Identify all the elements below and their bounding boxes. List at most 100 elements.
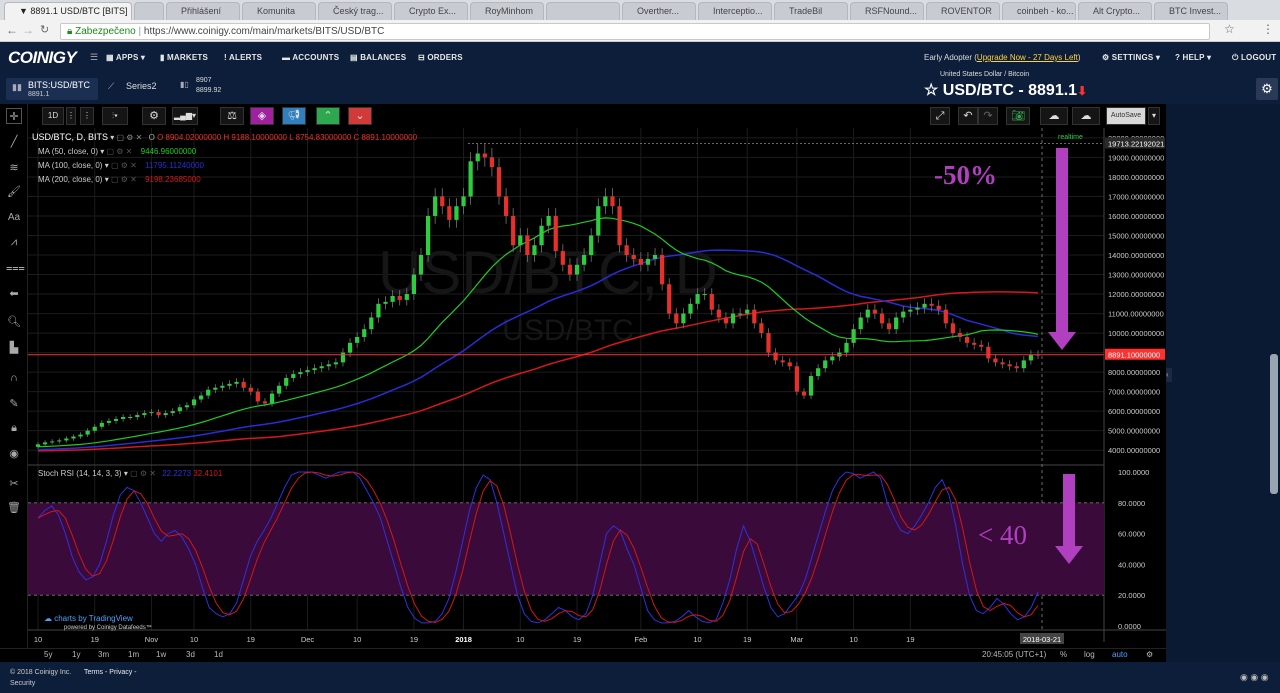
lock-icon[interactable]: 🔒︎ <box>6 420 22 436</box>
megaphone-icon[interactable]: 📢︎ <box>282 107 306 125</box>
nav-settings[interactable]: ⚙ SETTINGS ▾ <box>1102 53 1160 62</box>
nav-logout[interactable]: ⏻ LOGOUT <box>1232 53 1276 63</box>
coinigy-logo[interactable]: COINIGY <box>8 48 77 68</box>
redo-icon[interactable]: ↷ <box>978 107 998 125</box>
upgrade-link[interactable]: Upgrade Now - 27 Days Left <box>977 53 1078 62</box>
browser-tab[interactable] <box>546 2 620 20</box>
nav-alerts[interactable]: ! ALERTS <box>224 53 262 62</box>
nav-markets[interactable]: ▮ MARKETS <box>160 53 208 62</box>
chart-canvas[interactable]: USD/BTC, DUSD/BTC20000.0000000019000.000… <box>28 128 1166 650</box>
footer-social-icons[interactable]: ◉ ◉ ◉ <box>1240 672 1269 683</box>
fib-icon[interactable]: ≋ <box>6 160 22 176</box>
hamburger-icon[interactable]: ☰ <box>90 52 98 63</box>
drawing-tools: ✛ ╱ ≋ 🖌︎ Aa ⩘ ⩶ ⬅ 🔍︎ ▙ ∩ ✎ 🔒︎ ◉ ✂ 🗑︎ <box>0 104 28 664</box>
candle <box>213 387 218 390</box>
cube-icon[interactable]: ◈ <box>250 107 274 125</box>
range-5y[interactable]: 5y <box>44 650 52 659</box>
page-scrollbar[interactable] <box>1270 354 1278 494</box>
browser-tab[interactable]: Komunita <box>242 2 316 20</box>
browser-tab[interactable]: Alt Crypto... <box>1078 2 1152 20</box>
browser-tab[interactable]: BTC Invest... <box>1154 2 1228 20</box>
chart-area[interactable]: USD/BTC, DUSD/BTC20000.0000000019000.000… <box>28 128 1166 650</box>
compare-scale-icon[interactable]: ⚖ <box>220 107 244 125</box>
browser-tab[interactable]: TradeBil <box>774 2 848 20</box>
pencil-lock-icon[interactable]: ✎ <box>6 396 22 412</box>
ma200-legend[interactable]: MA (200, close, 0) ▾ ▢ ⚙ ✕ 9198.23685000 <box>38 175 201 184</box>
nav-help[interactable]: ? HELP ▾ <box>1175 53 1211 62</box>
clock-time[interactable]: 20:45:05 (UTC+1) <box>982 650 1046 659</box>
cloud-upload-icon[interactable]: ☁ <box>1072 107 1100 125</box>
panel-settings-gear-icon[interactable]: ⚙ <box>1256 78 1278 100</box>
crosshair-icon[interactable]: ✛ <box>6 108 22 124</box>
autosave-button[interactable]: AutoSave <box>1106 107 1146 125</box>
undo-icon[interactable]: ↶ <box>958 107 978 125</box>
range-1d[interactable]: 1d <box>214 650 223 659</box>
sell-arrow-icon[interactable]: ⌄ <box>348 107 372 125</box>
more-options-icon[interactable]: ⋮ <box>80 107 94 125</box>
indicators-icon[interactable]: ▂▄▆▾ <box>172 107 198 125</box>
nav-balances[interactable]: ▤ BALANCES <box>350 53 406 62</box>
browser-tab[interactable]: ▼ 8891.1 USD/BTC [BITS] <box>4 2 132 20</box>
stoch-legend[interactable]: Stoch RSI (14, 14, 3, 3) ▾ ▢ ⚙ ✕ 22.2273… <box>38 469 222 478</box>
prediction-icon[interactable]: ⩶ <box>6 260 25 276</box>
browser-tab[interactable]: Crypto Ex... <box>394 2 468 20</box>
range-3d[interactable]: 3d <box>186 650 195 659</box>
nav-accounts[interactable]: ▬ ACCOUNTS <box>282 53 339 62</box>
browser-tab[interactable]: Overther... <box>622 2 696 20</box>
bookmark-star-icon[interactable]: ☆ <box>1224 22 1235 36</box>
market-tab[interactable]: ▮▮ BITS:USD/BTC 8891.1 <box>6 78 98 100</box>
favorite-star-icon[interactable]: ☆ <box>924 82 938 99</box>
browser-tab[interactable]: RSFNound... <box>850 2 924 20</box>
zoom-icon[interactable]: 🔍︎ <box>6 314 22 330</box>
measure-icon[interactable]: ▙ <box>6 340 22 356</box>
series-label[interactable]: Series2 <box>126 81 157 91</box>
magnet-icon[interactable]: ∩ <box>6 370 22 386</box>
browser-tab[interactable]: coinbeh - ko... <box>1002 2 1076 20</box>
security-link[interactable]: Security <box>10 680 35 687</box>
forward-icon[interactable]: → <box>22 23 34 37</box>
browser-menu-icon[interactable]: ⋮ <box>1262 22 1274 36</box>
trash-icon[interactable]: 🗑︎ <box>6 500 22 516</box>
url-bar[interactable]: 🔒︎ Zabezpečeno | https://www.coinigy.com… <box>60 23 1210 40</box>
browser-tab[interactable]: RoyMinhom <box>470 2 544 20</box>
footer-links[interactable]: Terms - Privacy - <box>84 669 137 676</box>
buy-arrow-icon[interactable]: ⌃ <box>316 107 340 125</box>
nav-orders[interactable]: ⊟ ORDERS <box>418 53 463 62</box>
candles-style-button[interactable]: ⫶▾ <box>102 107 128 125</box>
trend-line-icon[interactable]: ╱ <box>6 134 22 150</box>
pattern-icon[interactable]: ⩘ <box>6 234 22 250</box>
browser-tab[interactable] <box>134 2 164 20</box>
percent-toggle[interactable]: % <box>1060 650 1067 659</box>
range-3m[interactable]: 3m <box>98 650 109 659</box>
text-icon[interactable]: Aa <box>6 210 22 226</box>
tools-icon[interactable]: ✂ <box>6 476 22 492</box>
back-icon[interactable]: ← <box>6 23 18 37</box>
camera-icon[interactable]: 📷︎ <box>1006 107 1030 125</box>
cloud-download-icon[interactable]: ☁ <box>1040 107 1068 125</box>
symbol-legend[interactable]: USD/BTC, D, BITS ▾ ▢ ⚙ ✕ O O 8904.020000… <box>32 132 417 142</box>
fullscreen-icon[interactable]: ⤢ <box>930 107 950 125</box>
browser-tab[interactable]: Interceptio... <box>698 2 772 20</box>
ma50-legend[interactable]: MA (50, close, 0) ▾ ▢ ⚙ ✕ 9446.96000000 <box>38 147 196 156</box>
reload-icon[interactable]: ↻ <box>40 23 49 36</box>
range-1w[interactable]: 1w <box>156 650 166 659</box>
browser-tab[interactable]: Český trag... <box>318 2 392 20</box>
nav-apps[interactable]: ▦ APPS ▾ <box>106 53 145 62</box>
range-1y[interactable]: 1y <box>72 650 80 659</box>
autosave-dropdown-icon[interactable]: ▾ <box>1148 107 1160 125</box>
browser-tab[interactable]: Přihlášení <box>166 2 240 20</box>
brush-icon[interactable]: 🖌︎ <box>6 184 22 200</box>
interval-button[interactable]: 1D <box>42 107 64 125</box>
range-1m[interactable]: 1m <box>128 650 139 659</box>
log-toggle[interactable]: log <box>1084 650 1095 659</box>
auto-toggle[interactable]: auto <box>1112 650 1128 659</box>
arrow-icon[interactable]: ⬅ <box>6 286 22 302</box>
eye-icon[interactable]: ◉ <box>6 446 22 462</box>
chart-settings-gear-icon[interactable]: ⚙ <box>142 107 166 125</box>
interval-dropdown-icon[interactable]: ⋮ <box>66 107 76 125</box>
ma100-legend[interactable]: MA (100, close, 0) ▾ ▢ ⚙ ✕ 11795.1124000… <box>38 161 204 170</box>
scale-settings-gear-icon[interactable]: ⚙ <box>1146 650 1153 659</box>
tradingview-logo[interactable]: ☁ charts by TradingView <box>44 614 133 623</box>
collapse-panel-icon[interactable]: ‹ <box>1166 368 1172 382</box>
browser-tab[interactable]: ROVENTOR <box>926 2 1000 20</box>
